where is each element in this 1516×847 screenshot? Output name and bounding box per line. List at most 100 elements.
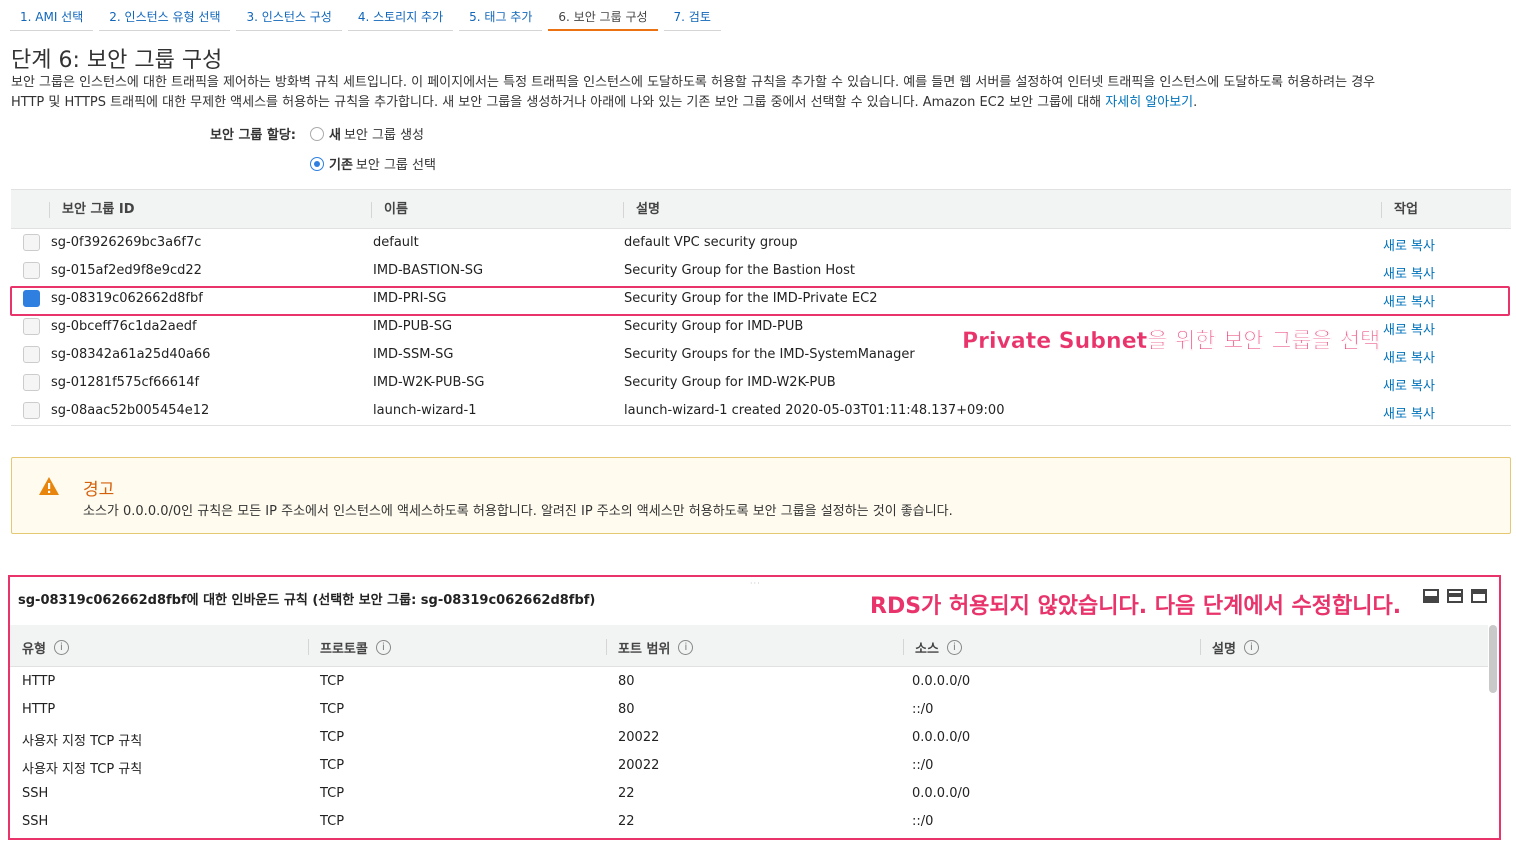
cell-protocol: TCP <box>320 758 345 773</box>
cell-name: default <box>373 235 419 250</box>
cell-source: ::/0 <box>912 702 934 717</box>
wizard-tabs: 1. AMI 선택 2. 인스턴스 유형 선택 3. 인스턴스 구성 4. 스토… <box>10 0 727 31</box>
cell-port: 22 <box>618 786 635 801</box>
cell-source: 0.0.0.0/0 <box>912 730 971 745</box>
row-checkbox[interactable] <box>23 346 40 363</box>
cell-port: 20022 <box>618 758 660 773</box>
header-type: 유형 i <box>22 638 69 657</box>
table-row[interactable]: sg-08aac52b005454e12 launch-wizard-1 launc… <box>11 397 1511 425</box>
half-panel-icon[interactable] <box>1447 589 1463 603</box>
cell-sg-id: sg-08aac52b005454e12 <box>51 403 210 418</box>
warning-triangle-icon <box>39 477 59 495</box>
resize-handle[interactable]: ··· <box>750 579 761 588</box>
header-action: 작업 <box>1381 202 1418 218</box>
warning-box: 경고 소스가 0.0.0.0/0인 규칙은 모든 IP 주소에서 인스턴스에 액… <box>11 457 1511 534</box>
cell-source: ::/0 <box>912 758 934 773</box>
table-row[interactable]: sg-01281f575cf66614f IMD-W2K-PUB-SG Securi… <box>11 369 1511 397</box>
info-icon[interactable]: i <box>375 640 391 655</box>
row-checkbox[interactable] <box>23 374 40 391</box>
header-port-range: 포트 범위 i <box>618 638 694 657</box>
tab-security-group[interactable]: 6. 보안 그룹 구성 <box>548 0 658 31</box>
warning-text: 소스가 0.0.0.0/0인 규칙은 모든 IP 주소에서 인스턴스에 액세스하… <box>83 504 953 519</box>
cell-protocol: TCP <box>320 786 345 801</box>
row-checkbox[interactable] <box>23 262 40 279</box>
panel-size-controls <box>1423 589 1487 603</box>
table-row: HTTP TCP 80::/0 <box>10 696 1488 724</box>
table-row[interactable]: sg-015af2ed9f8e9cd22 IMD-BASTION-SG Securi… <box>11 257 1511 285</box>
tab-instance-config[interactable]: 3. 인스턴스 구성 <box>236 0 342 31</box>
copy-to-new-link[interactable]: 새로 복사 <box>1383 403 1435 422</box>
cell-port: 80 <box>618 674 635 689</box>
cell-port: 22 <box>618 814 635 829</box>
tab-storage[interactable]: 4. 스토리지 추가 <box>347 0 454 31</box>
maximize-panel-icon[interactable] <box>1471 589 1487 603</box>
description-line-2: HTTP 및 HTTPS 트래픽에 대한 무제한 액세스를 허용하는 규칙을 추… <box>11 95 1198 110</box>
header-description: 설명 i <box>1212 638 1259 657</box>
cell-type: SSH <box>22 814 49 829</box>
radio-new-icon[interactable] <box>310 126 324 141</box>
cell-type: HTTP <box>22 702 56 717</box>
copy-to-new-link[interactable]: 새로 복사 <box>1383 235 1435 254</box>
description-line-1: 보안 그룹은 인스턴스에 대한 트래픽을 제어하는 방화벽 규칙 세트입니다. … <box>11 75 1376 90</box>
cell-protocol: TCP <box>320 814 345 829</box>
table-row[interactable]: sg-0f3926269bc3a6f7c default default VPC s… <box>11 229 1511 257</box>
header-protocol: 프로토콜 i <box>320 638 391 657</box>
cell-protocol: TCP <box>320 702 345 717</box>
radio-existing-icon[interactable] <box>310 156 324 171</box>
radio-new-sg[interactable]: 새 보안 그룹 생성 <box>310 124 424 143</box>
cell-name: IMD-SSM-SG <box>373 347 454 362</box>
copy-to-new-link[interactable]: 새로 복사 <box>1383 319 1435 338</box>
page-description: 보안 그룹은 인스턴스에 대한 트래픽을 제어하는 방화벽 규칙 세트입니다. … <box>11 73 1511 113</box>
page-title: 단계 6: 보안 그룹 구성 <box>11 48 223 73</box>
cell-source: ::/0 <box>912 814 934 829</box>
cell-type: SSH <box>22 786 49 801</box>
table-header: 보안 그룹 ID 이름 설명 작업 <box>11 189 1511 229</box>
cell-source: 0.0.0.0/0 <box>912 786 971 801</box>
radio-existing-sg[interactable]: 기존 보안 그룹 선택 <box>310 154 436 173</box>
tab-tags[interactable]: 5. 태그 추가 <box>459 0 543 31</box>
selected-row-highlight <box>10 286 1510 316</box>
inbound-title: sg-08319c062662d8fbf에 대한 인바운드 규칙 (선택한 보안… <box>18 593 596 608</box>
info-icon[interactable]: i <box>946 640 962 655</box>
warning-title: 경고 <box>83 480 115 500</box>
header-name[interactable]: 이름 <box>371 202 408 218</box>
table-row: HTTP TCP 80 0.0.0.0/0 <box>10 668 1488 696</box>
cell-desc: Security Group for IMD-PUB <box>624 319 804 334</box>
cell-port: 20022 <box>618 730 660 745</box>
tab-ami[interactable]: 1. AMI 선택 <box>10 0 94 31</box>
cell-desc: default VPC security group <box>624 235 798 250</box>
cell-name: IMD-PUB-SG <box>373 319 453 334</box>
copy-to-new-link[interactable]: 새로 복사 <box>1383 375 1435 394</box>
copy-to-new-link[interactable]: 새로 복사 <box>1383 347 1435 366</box>
cell-name: IMD-W2K-PUB-SG <box>373 375 485 390</box>
row-checkbox[interactable] <box>23 318 40 335</box>
header-sg-id[interactable]: 보안 그룹 ID <box>49 202 135 218</box>
inbound-table-header: 유형 i 프로토콜 i 포트 범위 i 소스 i 설명 i <box>10 625 1488 667</box>
row-checkbox[interactable] <box>23 234 40 251</box>
header-desc[interactable]: 설명 <box>623 202 660 218</box>
header-source: 소스 i <box>915 638 962 657</box>
cell-desc: Security Group for the Bastion Host <box>624 263 855 278</box>
scrollbar[interactable] <box>1489 625 1497 693</box>
row-checkbox[interactable] <box>23 402 40 419</box>
cell-desc: launch-wizard-1 created 2020-05-03T01:11… <box>624 403 1005 418</box>
tab-instance-type[interactable]: 2. 인스턴스 유형 선택 <box>99 0 231 31</box>
cell-source: 0.0.0.0/0 <box>912 674 971 689</box>
assign-label: 보안 그룹 할당: <box>210 128 297 143</box>
cell-name: IMD-BASTION-SG <box>373 263 484 278</box>
minimize-panel-icon[interactable] <box>1423 589 1439 603</box>
cell-sg-id: sg-0f3926269bc3a6f7c <box>51 235 202 250</box>
info-icon[interactable]: i <box>53 640 69 655</box>
table-row: 사용자 지정 TCP 규칙 TCP 20022::/0 <box>10 752 1488 780</box>
table-row: SSH TCP 22 0.0.0.0/0 <box>10 780 1488 808</box>
tab-review[interactable]: 7. 검토 <box>663 0 721 31</box>
cell-sg-id: sg-0bceff76c1da2aedf <box>51 319 197 334</box>
cell-protocol: TCP <box>320 730 345 745</box>
copy-to-new-link[interactable]: 새로 복사 <box>1383 263 1435 282</box>
info-icon[interactable]: i <box>678 640 694 655</box>
cell-port: 80 <box>618 702 635 717</box>
cell-sg-id: sg-08342a61a25d40a66 <box>51 347 211 362</box>
learn-more-link[interactable]: 자세히 알아보기 <box>1105 95 1193 110</box>
annotation-rds-note: RDS가 허용되지 않았습니다. 다음 단계에서 수정합니다. <box>870 594 1402 619</box>
info-icon[interactable]: i <box>1243 640 1259 655</box>
